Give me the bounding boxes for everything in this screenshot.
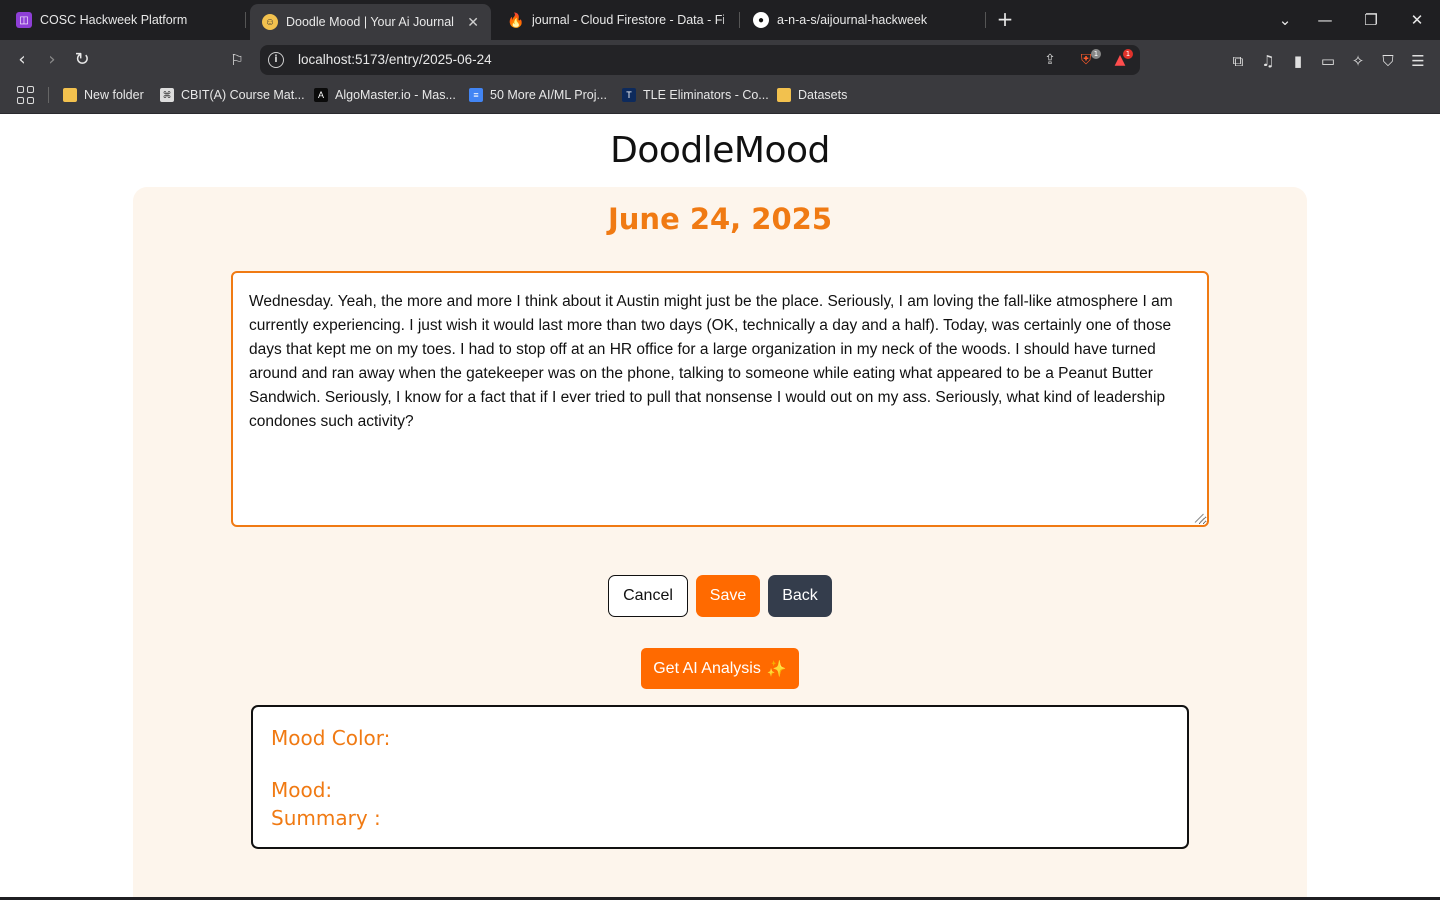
restore-window-icon[interactable]: ❐ bbox=[1359, 8, 1383, 32]
back-arrow-icon[interactable]: ‹ bbox=[10, 48, 34, 72]
journal-entry-textarea[interactable]: Wednesday. Yeah, the more and more I thi… bbox=[231, 271, 1209, 527]
wallet-icon[interactable]: ▭ bbox=[1317, 50, 1339, 72]
get-ai-analysis-button[interactable]: Get AI Analysis ✨ bbox=[641, 648, 799, 689]
extensions-puzzle-icon[interactable]: ⧉ bbox=[1227, 50, 1249, 72]
close-window-icon[interactable]: ✕ bbox=[1405, 8, 1429, 32]
vpn-shield-icon[interactable]: ⛉ bbox=[1377, 50, 1399, 72]
tab-separator bbox=[739, 12, 740, 28]
bookmark-tle-eliminators[interactable]: T TLE Eliminators - Co... bbox=[622, 86, 769, 104]
tab-search-chevron-down-icon[interactable]: ⌄ bbox=[1273, 8, 1297, 32]
bookmark-new-folder[interactable]: New folder bbox=[63, 86, 144, 104]
folder-icon bbox=[777, 88, 791, 102]
minimize-window-icon[interactable]: — bbox=[1313, 8, 1337, 32]
tab-firestore[interactable]: 🔥 journal - Cloud Firestore - Data - Fir… bbox=[496, 4, 736, 36]
bookmarks-separator bbox=[48, 87, 49, 103]
address-bar-url[interactable]: localhost:5173/entry/2025-06-24 bbox=[298, 52, 492, 67]
rewards-count-badge: 1 bbox=[1123, 49, 1133, 59]
doodlemood-favicon-icon: ☺ bbox=[262, 14, 278, 30]
ai-analysis-panel: Mood Color: Mood: Summary : bbox=[251, 705, 1189, 849]
cosc-logo-icon: ◫ bbox=[16, 12, 32, 28]
cbit-icon: ⌘ bbox=[160, 88, 174, 102]
back-button[interactable]: Back bbox=[768, 575, 832, 617]
tle-icon: T bbox=[622, 88, 636, 102]
close-tab-icon[interactable]: ✕ bbox=[457, 14, 479, 31]
menu-hamburger-icon[interactable]: ☰ bbox=[1407, 50, 1429, 72]
tab-separator bbox=[245, 12, 246, 28]
apps-grid-icon[interactable] bbox=[17, 86, 35, 104]
bookmark-datasets[interactable]: Datasets bbox=[777, 86, 847, 104]
site-info-icon[interactable]: i bbox=[268, 52, 284, 68]
tab-github[interactable]: ● a-n-a-s/aijournal-hackweek bbox=[741, 4, 981, 36]
folder-icon bbox=[63, 88, 77, 102]
ai-analysis-label: Get AI Analysis bbox=[653, 659, 761, 677]
shields-count-badge: 1 bbox=[1091, 49, 1101, 59]
cancel-button[interactable]: Cancel bbox=[608, 575, 688, 617]
summary-label: Summary : bbox=[271, 806, 381, 830]
bookmark-algomaster[interactable]: A AlgoMaster.io - Mas... bbox=[314, 86, 456, 104]
media-music-icon[interactable]: ♫ bbox=[1257, 50, 1279, 72]
bookmark-ai-ml-projects[interactable]: ≡ 50 More AI/ML Proj... bbox=[469, 86, 607, 104]
algomaster-icon: A bbox=[314, 88, 328, 102]
reload-icon[interactable]: ↻ bbox=[70, 48, 94, 72]
share-icon[interactable]: ⇪ bbox=[1040, 50, 1060, 70]
mood-label: Mood: bbox=[271, 778, 333, 802]
textarea-resize-handle[interactable] bbox=[1195, 513, 1205, 523]
new-tab-plus-icon[interactable]: + bbox=[994, 8, 1016, 32]
tab-separator bbox=[985, 12, 986, 28]
firebase-flame-icon: 🔥 bbox=[507, 11, 525, 28]
bookmark-cbit[interactable]: ⌘ CBIT(A) Course Mat... bbox=[160, 86, 305, 104]
docs-icon: ≡ bbox=[469, 88, 483, 102]
mood-color-label: Mood Color: bbox=[271, 726, 391, 750]
forward-arrow-icon[interactable]: › bbox=[40, 48, 64, 72]
tab-doodle-mood[interactable]: ☺ Doodle Mood | Your Ai Journal ✕ bbox=[250, 4, 491, 40]
app-title: DoodleMood bbox=[610, 130, 830, 171]
sparkles-icon: ✨ bbox=[766, 660, 787, 678]
save-button[interactable]: Save bbox=[696, 575, 760, 617]
entry-date-heading: June 24, 2025 bbox=[607, 202, 833, 236]
sidebar-toggle-icon[interactable]: ▮ bbox=[1287, 50, 1309, 72]
github-icon: ● bbox=[753, 12, 769, 28]
tab-cosc-hackweek[interactable]: ◫ COSC Hackweek Platform bbox=[4, 4, 242, 36]
leo-ai-sparkle-icon[interactable]: ✧ bbox=[1347, 50, 1369, 72]
bookmark-icon[interactable]: ⚐ bbox=[225, 48, 249, 72]
